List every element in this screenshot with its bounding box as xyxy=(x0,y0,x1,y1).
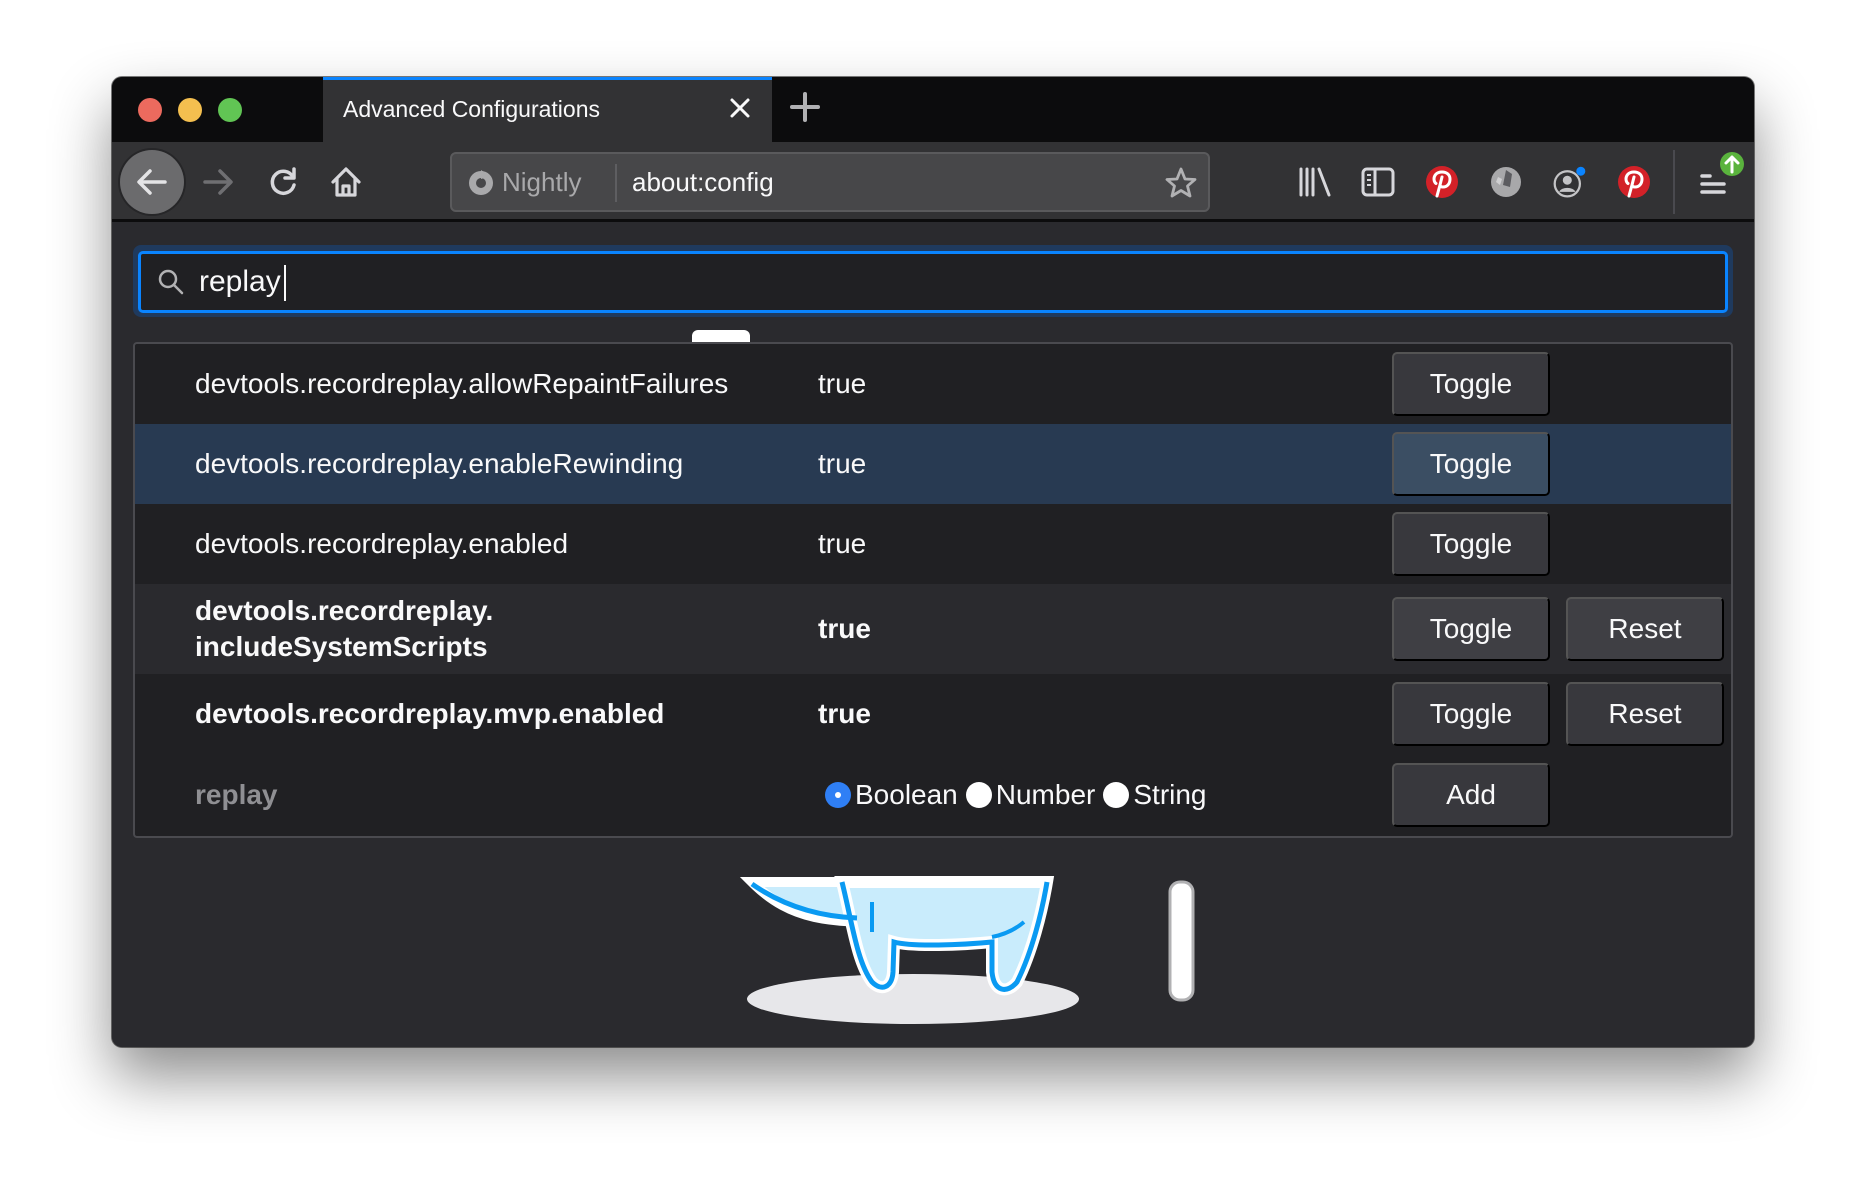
add-pref-row: replay Boolean Number String Add xyxy=(135,754,1731,836)
search-field[interactable] xyxy=(138,251,1728,313)
navigation-toolbar: Nightly about:config xyxy=(112,142,1754,222)
pref-type-radio-group: Boolean Number String xyxy=(825,754,1211,836)
table-row[interactable]: devtools.recordreplay.allowRepaintFailur… xyxy=(135,344,1731,424)
zoom-window-button[interactable] xyxy=(218,98,242,122)
url-text[interactable]: about:config xyxy=(632,154,774,210)
table-row[interactable]: devtools.recordreplay.enableRewinding tr… xyxy=(135,424,1731,504)
close-icon[interactable] xyxy=(725,93,755,123)
radio-button[interactable] xyxy=(1103,782,1130,808)
menu-icon[interactable] xyxy=(1696,150,1746,202)
pinterest-icon[interactable] xyxy=(1616,164,1652,200)
pref-value[interactable]: true xyxy=(818,424,866,504)
new-pref-name: replay xyxy=(195,779,278,810)
toggle-button[interactable]: Toggle xyxy=(1392,512,1550,576)
pref-name: devtools.recordreplay.enableRewinding xyxy=(195,448,684,479)
search-input[interactable] xyxy=(199,254,1599,310)
identity-label: Nightly xyxy=(502,166,582,197)
search-icon xyxy=(158,269,184,295)
arrow-left-icon xyxy=(137,169,167,195)
radio-number[interactable]: Number xyxy=(965,779,1096,811)
tab-title: Advanced Configurations xyxy=(343,96,600,122)
toggle-button[interactable]: Toggle xyxy=(1392,432,1550,496)
browser-window: Advanced Configurations Nightly about:co… xyxy=(112,77,1754,1047)
radio-button-checked[interactable] xyxy=(825,782,851,808)
pref-name: devtools.recordreplay. includeSystemScri… xyxy=(195,584,493,674)
pref-value[interactable]: true xyxy=(818,584,871,674)
url-bar[interactable]: Nightly about:config xyxy=(450,152,1210,212)
back-button[interactable] xyxy=(120,150,184,214)
close-window-button[interactable] xyxy=(138,98,162,122)
pref-name: devtools.recordreplay.allowRepaintFailur… xyxy=(195,368,729,399)
toggle-button[interactable]: Toggle xyxy=(1392,682,1550,746)
arrow-right-icon xyxy=(203,169,233,195)
radio-button[interactable] xyxy=(965,782,992,808)
identity-box[interactable]: Nightly xyxy=(466,154,581,210)
add-button[interactable]: Add xyxy=(1392,763,1550,827)
library-icon[interactable] xyxy=(1297,164,1333,200)
toolbar-separator xyxy=(1673,150,1675,214)
table-row[interactable]: devtools.recordreplay.mvp.enabled true T… xyxy=(135,674,1731,754)
radio-string[interactable]: String xyxy=(1103,779,1207,811)
pref-value[interactable]: true xyxy=(818,344,866,424)
pref-name: devtools.recordreplay.mvp.enabled xyxy=(195,698,665,729)
table-row[interactable]: devtools.recordreplay. includeSystemScri… xyxy=(135,584,1731,674)
reset-button[interactable]: Reset xyxy=(1566,682,1724,746)
pref-value[interactable]: true xyxy=(818,504,866,584)
radio-label: Boolean xyxy=(855,779,958,810)
home-button[interactable] xyxy=(314,150,378,214)
tab-advanced-configurations[interactable]: Advanced Configurations xyxy=(323,77,772,142)
sidebar-icon[interactable] xyxy=(1360,164,1396,200)
plus-icon[interactable] xyxy=(788,90,822,124)
table-row[interactable]: devtools.recordreplay.enabled true Toggl… xyxy=(135,504,1731,584)
radio-label: Number xyxy=(995,779,1096,810)
pref-name: devtools.recordreplay.enabled xyxy=(195,528,569,559)
star-icon[interactable] xyxy=(1164,166,1198,200)
pref-name-line2: includeSystemScripts xyxy=(195,631,488,662)
nightly-logo-icon xyxy=(469,170,493,195)
account-icon[interactable] xyxy=(1552,164,1588,200)
reload-button[interactable] xyxy=(251,150,315,214)
toggle-button[interactable]: Toggle xyxy=(1392,352,1550,416)
home-icon xyxy=(331,167,361,197)
toggle-button[interactable]: Toggle xyxy=(1392,597,1550,661)
forward-button[interactable] xyxy=(186,150,250,214)
text-caret xyxy=(284,265,286,301)
pref-value[interactable]: true xyxy=(818,674,871,754)
globe-icon[interactable] xyxy=(1488,164,1524,200)
reload-icon xyxy=(270,167,296,195)
reset-button[interactable]: Reset xyxy=(1566,597,1724,661)
radio-label: String xyxy=(1133,779,1207,810)
minimize-window-button[interactable] xyxy=(178,98,202,122)
about-config-page: devtools.recordreplay.allowRepaintFailur… xyxy=(112,222,1754,1047)
pinterest-icon[interactable] xyxy=(1424,164,1460,200)
preferences-table: devtools.recordreplay.allowRepaintFailur… xyxy=(133,342,1733,838)
pref-name-line1: devtools.recordreplay. xyxy=(195,595,494,626)
tab-strip: Advanced Configurations xyxy=(112,77,1754,142)
radio-boolean[interactable]: Boolean xyxy=(825,779,958,811)
url-divider xyxy=(615,164,617,202)
